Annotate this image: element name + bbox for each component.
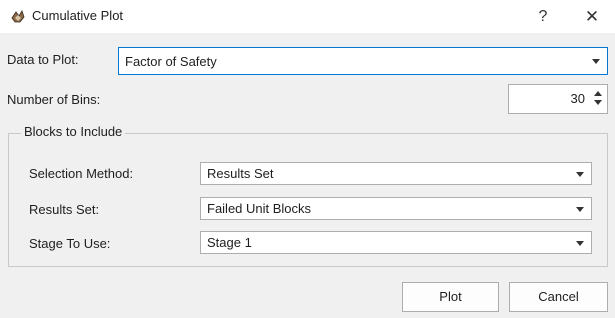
results-set-label: Results Set: (29, 202, 100, 217)
results-set-dropdown[interactable]: Failed Unit Blocks (200, 197, 592, 220)
stage-to-use-value: Stage 1 (207, 235, 252, 250)
stage-to-use-label: Stage To Use: (29, 236, 111, 251)
app-icon (11, 10, 25, 23)
data-to-plot-label: Data to Plot: (7, 52, 79, 67)
window-title: Cumulative Plot (32, 8, 124, 23)
blocks-to-include-title: Blocks to Include (21, 124, 126, 139)
spin-down-icon[interactable] (594, 100, 602, 105)
plot-button[interactable]: Plot (402, 282, 499, 312)
close-button[interactable]: ✕ (569, 2, 615, 32)
results-set-value: Failed Unit Blocks (207, 201, 312, 216)
selection-method-value: Results Set (207, 166, 274, 181)
cancel-button[interactable]: Cancel (509, 282, 608, 312)
chevron-down-icon (576, 172, 584, 177)
data-to-plot-dropdown[interactable]: Factor of Safety (118, 47, 608, 75)
spin-up-icon[interactable] (594, 91, 602, 96)
number-of-bins-spinner[interactable]: 30 (508, 84, 608, 114)
help-button[interactable]: ? (520, 2, 566, 32)
selection-method-dropdown[interactable]: Results Set (200, 162, 592, 185)
data-to-plot-value: Factor of Safety (125, 54, 217, 69)
number-of-bins-value: 30 (570, 91, 585, 106)
title-bar: Cumulative Plot ? ✕ (0, 0, 615, 33)
chevron-down-icon (592, 59, 600, 64)
stage-to-use-dropdown[interactable]: Stage 1 (200, 231, 592, 254)
selection-method-label: Selection Method: (29, 166, 134, 181)
chevron-down-icon (576, 241, 584, 246)
chevron-down-icon (576, 207, 584, 212)
number-of-bins-label: Number of Bins: (7, 92, 101, 107)
